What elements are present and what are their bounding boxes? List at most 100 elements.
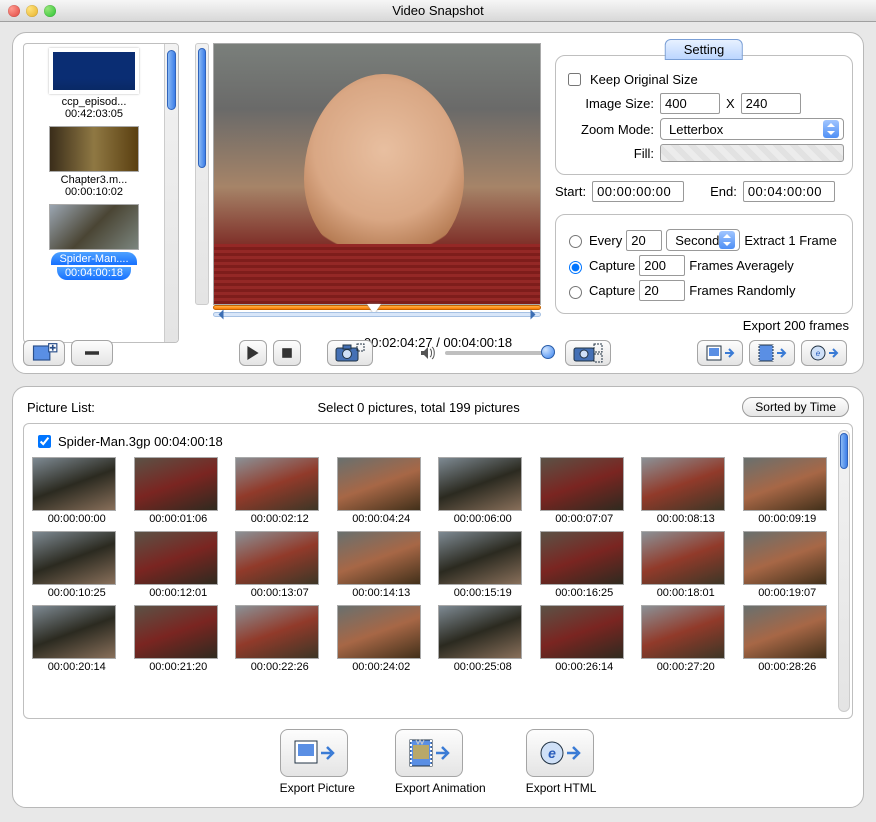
frame-item[interactable]: 00:00:10:25 [32,531,122,599]
video-item[interactable]: ccp_episod... 00:42:03:05 [26,48,162,120]
export-html-btn-small[interactable]: e [801,340,847,366]
export-picture-btn-small[interactable] [697,340,743,366]
frame-item[interactable]: 00:00:20:14 [32,605,122,673]
frame-item[interactable]: 00:00:07:07 [540,457,630,525]
file-checkbox[interactable] [38,435,51,448]
file-header[interactable]: Spider-Man.3gp 00:04:00:18 [34,432,848,451]
timeline-scrollbar[interactable] [213,312,541,317]
keep-original-checkbox[interactable] [568,73,581,86]
every-value-input[interactable] [626,230,662,251]
frame-item[interactable]: 00:00:25:08 [438,605,528,673]
frame-item[interactable]: 00:00:19:07 [743,531,833,599]
frame-item[interactable]: 00:00:27:20 [641,605,731,673]
frame-timecode: 00:00:09:19 [743,513,833,525]
frame-timecode: 00:00:20:14 [32,661,122,673]
select-arrow-icon [823,120,839,138]
frame-timecode: 00:00:18:01 [641,587,731,599]
preview-scrollbar[interactable] [195,43,209,305]
capture-avg-input[interactable] [639,255,685,276]
export-html-button[interactable]: e [526,729,594,777]
volume-slider[interactable] [445,351,555,355]
frame-thumbnail-icon [32,531,116,585]
capture-rnd-label: Capture [589,283,635,298]
export-animation-label: Export Animation [395,781,486,795]
frame-thumbnail-icon [540,531,624,585]
frame-item[interactable]: 00:00:04:24 [337,457,427,525]
image-height-input[interactable] [741,93,801,114]
frame-item[interactable]: 00:00:21:20 [134,605,224,673]
frame-item[interactable]: 00:00:01:06 [134,457,224,525]
frame-item[interactable]: 00:00:22:26 [235,605,325,673]
frame-thumbnail-icon [235,605,319,659]
frame-thumbnail-icon [235,457,319,511]
image-width-input[interactable] [660,93,720,114]
settings-panel: Setting Keep Original Size Image Size: X… [555,43,853,333]
every-unit-select[interactable]: Second [666,229,740,251]
video-thumbnail-icon [49,204,139,250]
stop-button[interactable] [273,340,301,366]
export-frame-count: Export 200 frames [555,318,853,333]
frame-item[interactable]: 00:00:24:02 [337,605,427,673]
thumbnail-grid: 00:00:00:0000:00:01:0600:00:02:1200:00:0… [32,457,832,673]
frame-timecode: 00:00:12:01 [134,587,224,599]
export-picture-button[interactable] [280,729,348,777]
window-titlebar: Video Snapshot [0,0,876,22]
end-time-input[interactable] [743,181,835,202]
export-animation-btn-small[interactable] [749,340,795,366]
capture-rnd-input[interactable] [639,280,685,301]
picture-list-scrollbar[interactable] [838,430,850,712]
frame-item[interactable]: 00:00:06:00 [438,457,528,525]
frame-timecode: 00:00:28:26 [743,661,833,673]
video-item-selected[interactable]: Spider-Man.... 00:04:00:18 [26,204,162,280]
frame-timecode: 00:00:26:14 [540,661,630,673]
frame-thumbnail-icon [641,457,725,511]
frame-thumbnail-icon [438,457,522,511]
volume-knob[interactable] [541,345,555,359]
frame-item[interactable]: 00:00:28:26 [743,605,833,673]
add-video-button[interactable] [23,340,65,366]
every-radio[interactable] [569,235,582,248]
play-button[interactable] [239,340,267,366]
frame-timecode: 00:00:27:20 [641,661,731,673]
every-unit-value: Second [675,233,719,248]
frame-item[interactable]: 00:00:16:25 [540,531,630,599]
capture-averagely-radio[interactable] [569,261,582,274]
frame-item[interactable]: 00:00:26:14 [540,605,630,673]
frame-timecode: 00:00:25:08 [438,661,528,673]
remove-video-button[interactable] [71,340,113,366]
sort-button[interactable]: Sorted by Time [742,397,849,417]
frame-item[interactable]: 00:00:02:12 [235,457,325,525]
frame-thumbnail-icon [134,605,218,659]
frame-timecode: 00:00:01:06 [134,513,224,525]
frame-item[interactable]: 00:00:09:19 [743,457,833,525]
scroll-left-icon[interactable] [219,310,224,320]
fill-color-well[interactable] [660,144,844,162]
start-time-input[interactable] [592,181,684,202]
playhead-track[interactable] [213,305,541,310]
export-html-group: e Export HTML [526,729,597,795]
scroll-right-icon[interactable] [531,310,536,320]
zoom-mode-select[interactable]: Letterbox [660,118,844,140]
settings-group-image: Keep Original Size Image Size: X Zoom Mo… [555,55,853,175]
video-item[interactable]: Chapter3.m... 00:00:10:02 [26,126,162,198]
frame-item[interactable]: 00:00:15:19 [438,531,528,599]
end-label: End: [710,184,737,199]
frame-item[interactable]: 00:00:13:07 [235,531,325,599]
settings-tab[interactable]: Setting [665,39,743,60]
video-list-scrollbar[interactable] [164,44,178,342]
frame-item[interactable]: 00:00:00:00 [32,457,122,525]
snapshot-button[interactable] [327,340,373,366]
picture-list-label: Picture List: [27,400,95,415]
frame-item[interactable]: 00:00:18:01 [641,531,731,599]
svg-text:e: e [548,745,556,761]
export-animation-button[interactable] [395,729,463,777]
frame-item[interactable]: 00:00:14:13 [337,531,427,599]
video-thumbnail-icon [49,48,139,94]
frame-thumbnail-icon [32,457,116,511]
frame-item[interactable]: 00:00:12:01 [134,531,224,599]
capture-randomly-radio[interactable] [569,286,582,299]
snapshot-range-button[interactable] [565,340,611,366]
frame-item[interactable]: 00:00:08:13 [641,457,731,525]
video-name: Spider-Man.... [51,252,136,265]
frame-thumbnail-icon [540,457,624,511]
